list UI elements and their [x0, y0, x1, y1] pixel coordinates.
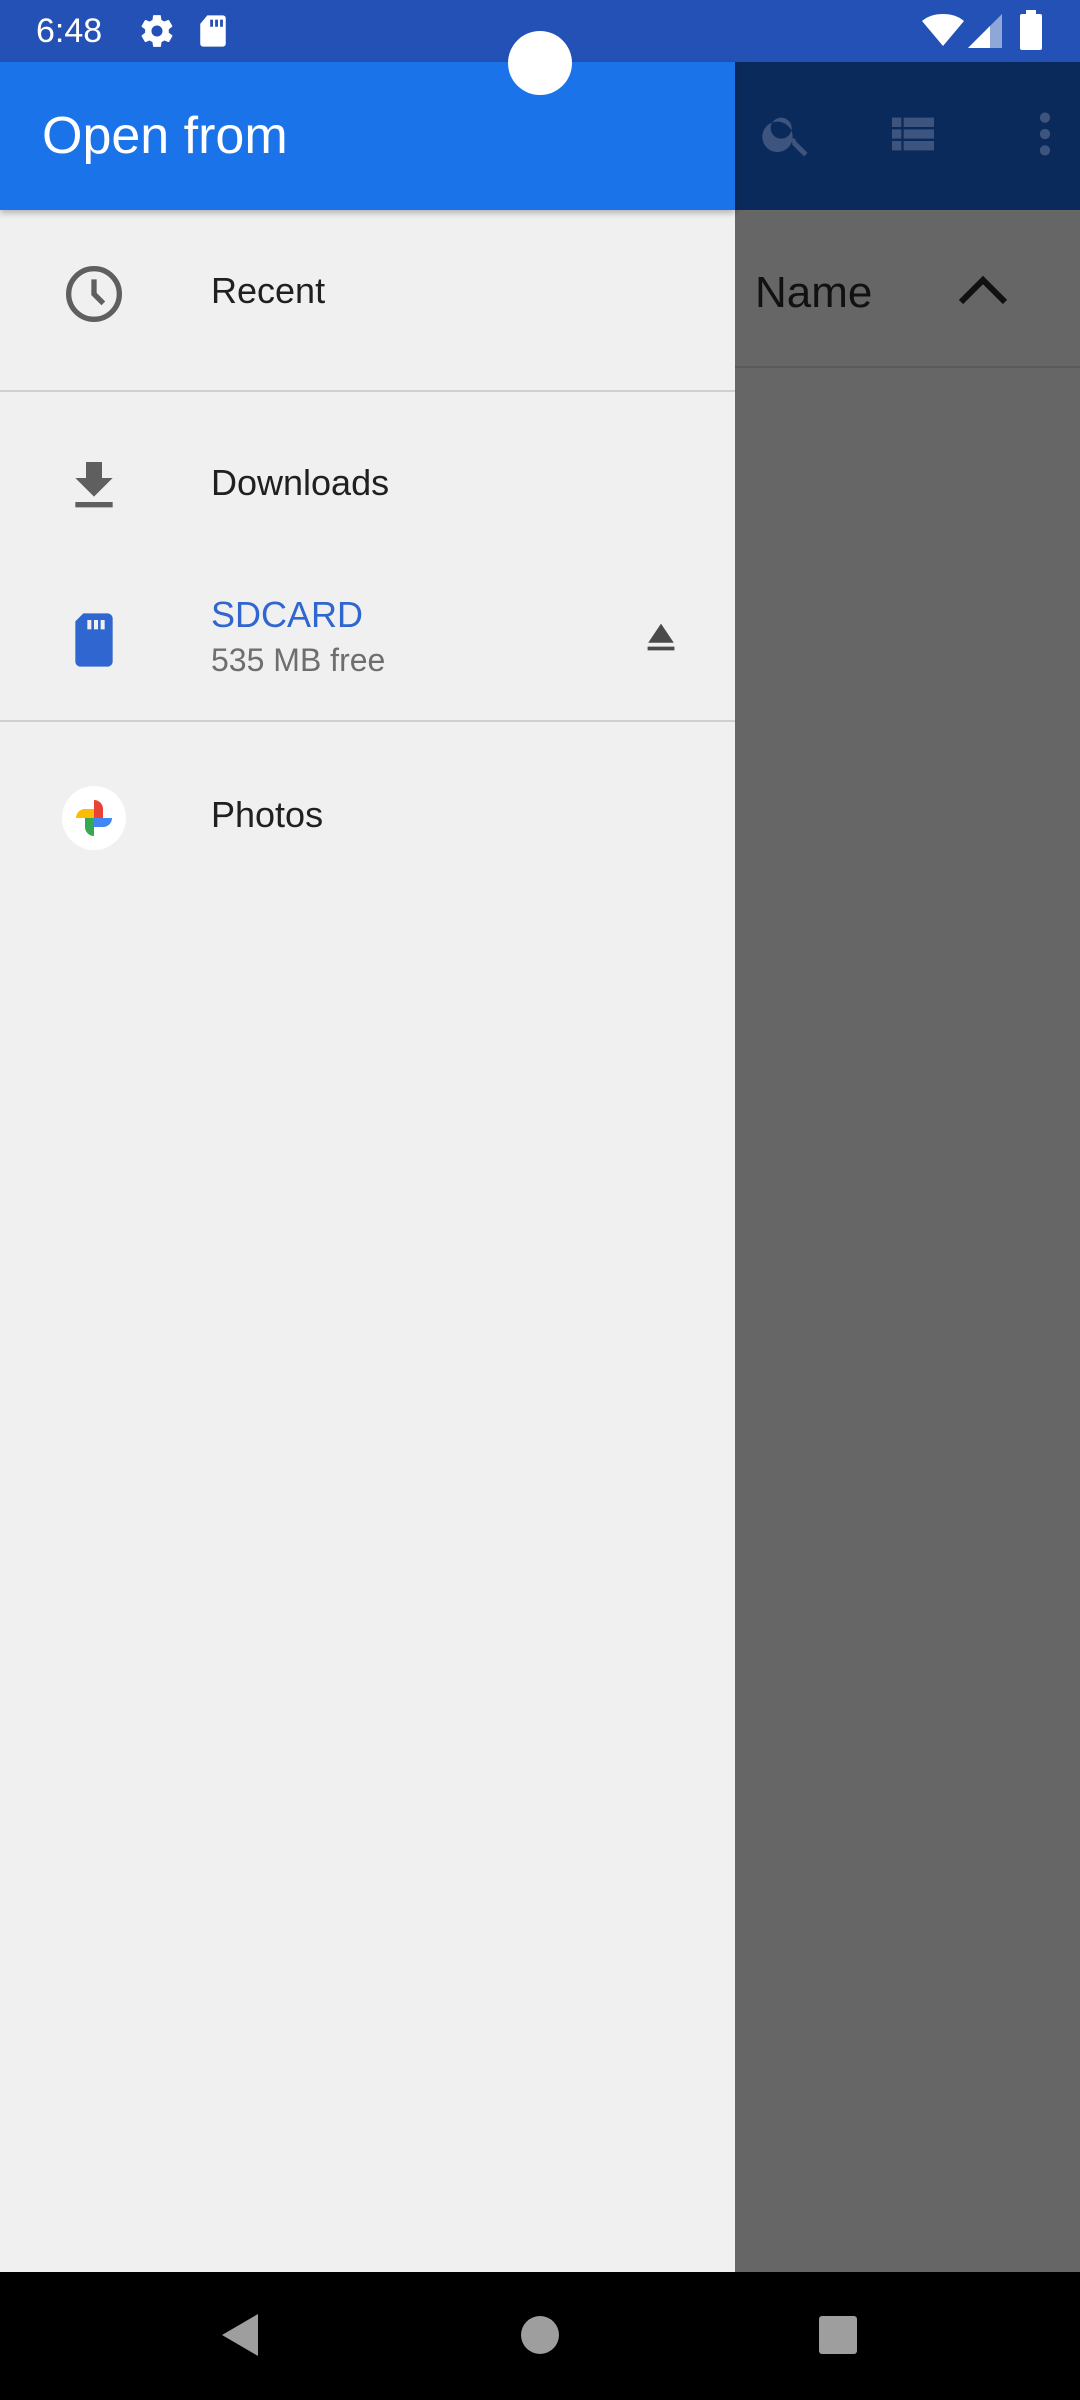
list-view-icon[interactable] — [885, 106, 941, 167]
more-vert-icon[interactable] — [1023, 106, 1067, 167]
home-icon[interactable] — [520, 2312, 560, 2363]
recents-icon[interactable] — [818, 2312, 858, 2363]
drawer-item-label: Downloads — [211, 462, 390, 503]
sd-card-icon — [62, 608, 126, 672]
drawer-item-sublabel: 535 MB free — [211, 642, 386, 678]
file-list-area — [735, 368, 1080, 2272]
divider — [0, 720, 735, 722]
navigation-drawer: Open from Recent Downloads SDCARD 535 MB… — [0, 62, 735, 2272]
drawer-item-photos[interactable]: Photos — [0, 762, 735, 872]
search-icon[interactable] — [759, 106, 815, 167]
drawer-item-label: Recent — [211, 270, 326, 311]
drawer-item-downloads[interactable]: Downloads — [0, 430, 735, 540]
sort-label: Name — [755, 268, 873, 317]
background-toolbar — [735, 62, 1080, 210]
sort-header[interactable]: Name — [735, 210, 1080, 368]
drawer-header: Open from — [0, 62, 735, 210]
eject-icon[interactable] — [638, 614, 684, 665]
google-photos-icon — [62, 786, 126, 850]
drawer-item-label: SDCARD — [211, 594, 364, 635]
back-icon[interactable] — [218, 2312, 260, 2363]
drawer-item-sdcard[interactable]: SDCARD 535 MB free — [0, 582, 735, 702]
settings-icon — [138, 12, 176, 55]
download-icon — [62, 454, 126, 518]
divider — [0, 390, 735, 392]
signal-icon — [968, 14, 1002, 53]
chevron-up-icon[interactable] — [955, 270, 1011, 315]
clock-icon — [62, 262, 126, 326]
battery-icon — [1020, 10, 1042, 55]
drawer-item-label: Photos — [211, 794, 324, 835]
drawer-item-recent[interactable]: Recent — [0, 238, 735, 348]
status-time: 6:48 — [36, 12, 103, 50]
camera-cutout — [508, 31, 572, 95]
wifi-icon — [922, 14, 964, 51]
sd-card-icon — [198, 14, 228, 53]
drawer-title: Open from — [42, 107, 288, 165]
system-nav-bar — [0, 2272, 1080, 2400]
